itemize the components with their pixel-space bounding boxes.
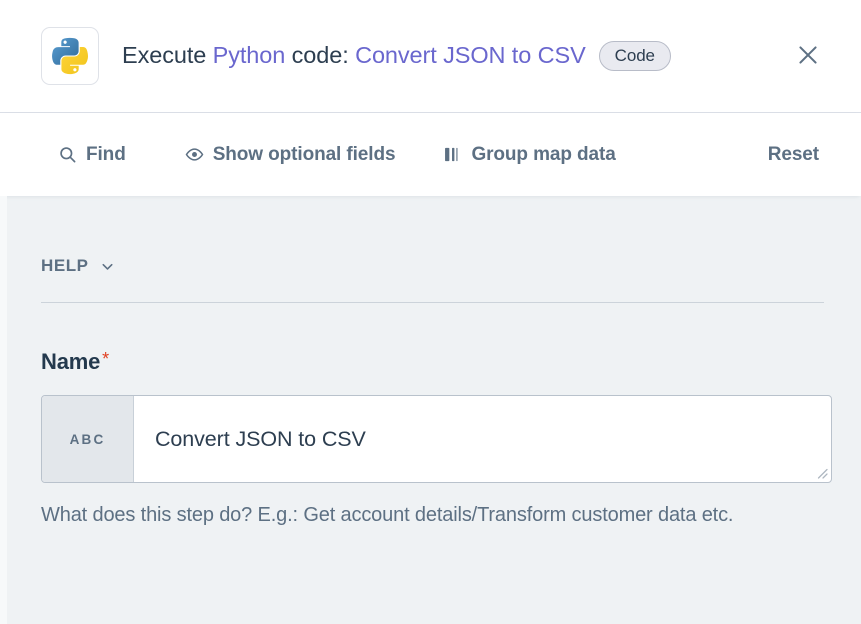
close-icon [795,42,821,71]
name-field-hint: What does this step do? E.g.: Get accoun… [41,499,741,533]
title-prefix: Execute [122,42,213,68]
name-field-label: Name [41,351,100,373]
section-divider [41,302,824,303]
help-section-toggle[interactable]: HELP [41,256,116,276]
chevron-down-icon [99,258,116,275]
group-map-data-button[interactable]: Group map data [441,140,617,170]
node-title: Execute Python code: Convert JSON to CSV… [122,41,671,72]
python-logo-icon [50,36,90,76]
node-icon-container [41,27,99,85]
reset-label: Reset [768,144,819,166]
panel-left-edge [0,196,7,624]
ndv-toolbar: Find Show optional fields Group map data [0,113,861,196]
node-title-text: Execute Python code: Convert JSON to CSV [122,42,586,69]
show-optional-fields-label: Show optional fields [213,144,396,166]
node-detail-view: Execute Python code: Convert JSON to CSV… [0,0,861,624]
name-input[interactable] [134,396,831,482]
ndv-parameters-panel: HELP Name * ABC What does this step do? [0,196,861,624]
required-asterisk: * [102,350,109,368]
resize-grip-icon[interactable] [814,465,828,479]
title-node-name: Convert JSON to CSV [355,42,586,68]
eye-icon [185,145,204,164]
name-field-label-row: Name * [41,351,109,373]
ndv-header: Execute Python code: Convert JSON to CSV… [0,0,861,113]
reset-button[interactable]: Reset [766,140,821,170]
input-type-prefix-abc: ABC [42,396,134,482]
find-label: Find [86,144,126,166]
group-map-data-label: Group map data [471,144,615,166]
code-badge: Code [599,41,671,72]
close-button[interactable] [791,39,825,73]
name-input-container: ABC [41,395,832,483]
help-label: HELP [41,256,89,276]
columns-icon [443,145,462,164]
find-button[interactable]: Find [56,140,128,170]
title-language: Python [213,42,286,68]
title-mid: code: [285,42,355,68]
search-icon [58,145,77,164]
show-optional-fields-button[interactable]: Show optional fields [183,140,398,170]
